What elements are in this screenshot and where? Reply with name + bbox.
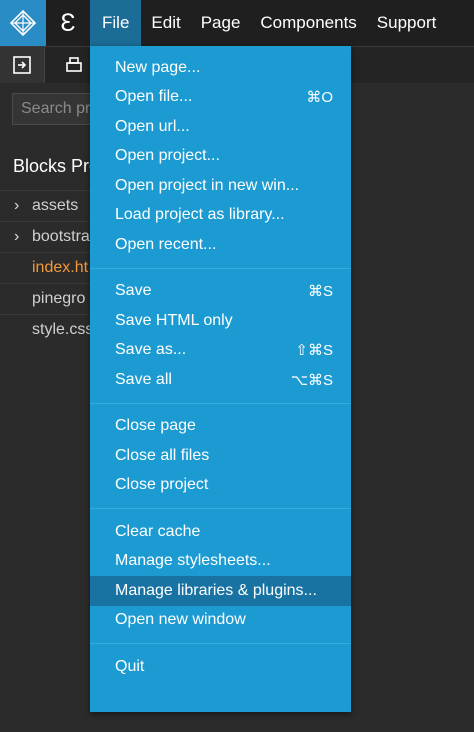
tree-item-assets[interactable]: › assets	[0, 190, 90, 221]
export-icon[interactable]	[0, 47, 45, 83]
menu-bar: Ɛ File Edit Page Components Support	[0, 0, 474, 46]
tree-item-style[interactable]: style.css	[0, 314, 90, 345]
menu-group-close: Close page Close all files Close project	[90, 412, 351, 501]
menu-item-new-page[interactable]: New page...	[90, 53, 351, 83]
tree-item-index[interactable]: index.ht	[0, 252, 90, 283]
menu-item-save-html-only[interactable]: Save HTML only	[90, 306, 351, 336]
blocks-panel-title: Blocks Pro	[13, 156, 93, 176]
menu-item-open-project[interactable]: Open project...	[90, 142, 351, 172]
menu-item-manage-stylesheets[interactable]: Manage stylesheets...	[90, 547, 351, 577]
menu-item-close-project[interactable]: Close project	[90, 471, 351, 501]
chevron-right-icon[interactable]: ›	[14, 228, 28, 246]
chevron-right-icon[interactable]: ›	[14, 197, 28, 215]
e-mode-icon[interactable]: Ɛ	[46, 0, 90, 46]
file-tree: › assets › bootstra index.ht pinegro sty…	[0, 190, 90, 345]
menu-group-open: New page... Open file... ⌘O Open url... O…	[90, 53, 351, 260]
search-input[interactable]: Search pr	[12, 93, 94, 125]
menu-group-manage: Clear cache Manage stylesheets... Manage…	[90, 517, 351, 635]
menu-group-save: Save ⌘S Save HTML only Save as... ⇧⌘S Save…	[90, 277, 351, 395]
menu-components[interactable]: Components	[250, 0, 366, 46]
menu-item-quit[interactable]: Quit	[90, 652, 351, 682]
file-menu-dropdown: New page... Open file... ⌘O Open url... O…	[90, 46, 351, 712]
pinegrow-logo-icon[interactable]	[0, 0, 46, 46]
menu-item-open-project-new-window[interactable]: Open project in new win...	[90, 171, 351, 201]
menu-item-clear-cache[interactable]: Clear cache	[90, 517, 351, 547]
menu-separator	[90, 267, 351, 269]
menu-edit[interactable]: Edit	[141, 0, 190, 46]
tree-item-label: assets	[32, 197, 79, 214]
menu-separator	[90, 402, 351, 404]
menu-file[interactable]: File	[90, 0, 142, 46]
menu-item-load-project-library[interactable]: Load project as library...	[90, 201, 351, 231]
menu-item-manage-libraries-plugins[interactable]: Manage libraries & plugins...	[90, 576, 351, 606]
menu-separator	[90, 508, 351, 509]
menu-item-open-file[interactable]: Open file... ⌘O	[90, 83, 351, 113]
tree-item-pinegrow[interactable]: pinegro	[0, 283, 90, 314]
menu-group-quit: Quit	[90, 652, 351, 682]
tree-item-label: style.css	[32, 321, 90, 338]
menu-item-open-url[interactable]: Open url...	[90, 112, 351, 142]
tree-item-bootstrap[interactable]: › bootstra	[0, 221, 90, 252]
tree-item-label: bootstra	[32, 228, 90, 245]
tree-item-label: pinegro	[32, 290, 86, 307]
menu-separator	[90, 643, 351, 644]
menu-item-open-new-window[interactable]: Open new window	[90, 606, 351, 636]
menu-item-close-all-files[interactable]: Close all files	[90, 441, 351, 471]
menu-item-save[interactable]: Save ⌘S	[90, 277, 351, 307]
menu-item-save-as[interactable]: Save as... ⇧⌘S	[90, 336, 351, 366]
tree-item-label: index.ht	[32, 259, 89, 276]
menu-item-save-all[interactable]: Save all ⌥⌘S	[90, 365, 351, 395]
menu-page[interactable]: Page	[191, 0, 251, 46]
menu-item-open-recent[interactable]: Open recent...	[90, 230, 351, 260]
menu-item-close-page[interactable]: Close page	[90, 412, 351, 442]
menu-support[interactable]: Support	[367, 0, 447, 46]
